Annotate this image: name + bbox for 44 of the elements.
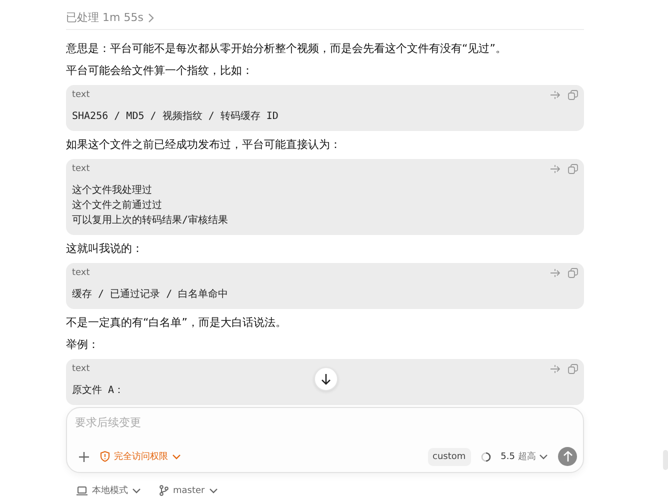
- permission-dropdown[interactable]: 完全访问权限: [100, 450, 181, 463]
- mode-button[interactable]: custom: [428, 448, 471, 466]
- copy-icon[interactable]: [568, 164, 578, 174]
- chevron-down-icon: [172, 454, 181, 460]
- paragraph: 不是一定真的有“白名单”，而是大白话说法。: [66, 315, 288, 331]
- code-line: 原文件 A：: [72, 384, 126, 398]
- prompt-field[interactable]: 要求后续变更: [75, 416, 375, 429]
- send-button[interactable]: [558, 447, 577, 466]
- plus-icon[interactable]: [78, 450, 90, 462]
- chevron-down-icon: [208, 488, 218, 494]
- shield-icon: [100, 451, 110, 462]
- paragraph: 这就叫我说的：: [66, 241, 144, 257]
- code-line: SHA256 / MD5 / 视频指纹 / 转码缓存 ID: [72, 110, 280, 124]
- code-line: 缓存 / 已通过记录 / 白名单命中: [72, 288, 230, 302]
- copy-icon[interactable]: [568, 90, 578, 100]
- wrap-icon[interactable]: [550, 164, 560, 174]
- chevron-down-icon: [132, 488, 141, 494]
- paragraph: 平台可能会给文件算一个指纹，比如：: [66, 63, 254, 79]
- model-dropdown[interactable]: 5.5 超高: [500, 450, 548, 463]
- code-language: text: [72, 90, 91, 100]
- paragraph: 举例：: [66, 337, 100, 353]
- code-language: text: [72, 364, 91, 374]
- local-mode-dropdown[interactable]: 本地模式: [76, 484, 141, 497]
- paragraph: 意思是：平台可能不是每次都从零开始分析整个视频，而是会先看这个文件有没有“见过”。: [66, 41, 508, 57]
- copy-icon[interactable]: [568, 268, 578, 278]
- copy-icon[interactable]: [568, 364, 578, 374]
- code-language: text: [72, 268, 91, 278]
- wrap-icon[interactable]: [550, 90, 560, 100]
- branch-dropdown[interactable]: master: [159, 484, 218, 497]
- branch-icon: [159, 485, 169, 496]
- arrow-up-icon: [562, 451, 572, 462]
- laptop-icon: [76, 486, 88, 496]
- arrow-down-icon: [320, 373, 332, 385]
- spinner-icon: [480, 452, 491, 462]
- code-line: 可以复用上次的转码结果/审核结果: [72, 214, 230, 228]
- chevron-right-icon: [147, 12, 156, 22]
- wrap-icon[interactable]: [550, 268, 560, 278]
- code-language: text: [72, 164, 91, 174]
- processed-time-toggle[interactable]: 已处理 1m 55s: [66, 10, 156, 25]
- code-line: 这个文件我处理过: [72, 184, 153, 198]
- paragraph: 如果这个文件之前已经成功发布过，平台可能直接认为：: [66, 137, 342, 153]
- wrap-icon[interactable]: [550, 364, 560, 374]
- code-line: 这个文件之前通过过: [72, 198, 163, 213]
- chevron-down-icon: [539, 454, 548, 460]
